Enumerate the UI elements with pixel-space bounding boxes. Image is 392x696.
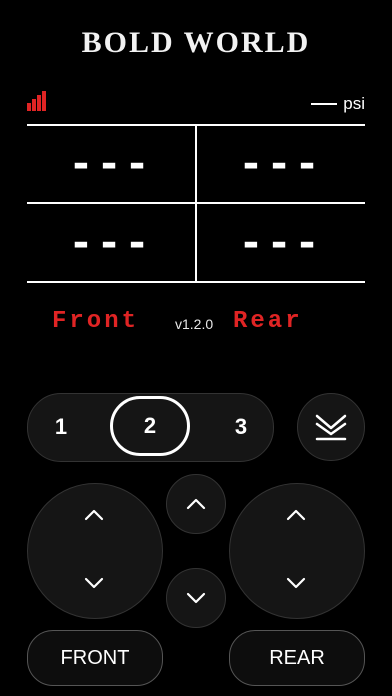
unit-label: psi bbox=[343, 94, 365, 113]
center-up-button[interactable] bbox=[166, 474, 226, 534]
chevron-up-icon bbox=[286, 509, 306, 521]
front-down-button[interactable] bbox=[79, 568, 109, 598]
chevron-up-icon bbox=[84, 509, 104, 521]
rear-label: Rear bbox=[233, 308, 303, 335]
front-button[interactable]: FRONT bbox=[27, 630, 163, 686]
lower-all-icon bbox=[315, 414, 347, 441]
front-up-button[interactable] bbox=[79, 500, 109, 530]
preset-button-3[interactable]: 3 bbox=[211, 397, 271, 457]
pressure-front-left: --- bbox=[68, 141, 154, 187]
brand-title: BOLD WORLD bbox=[81, 26, 311, 59]
preset-button-2[interactable]: 2 bbox=[110, 396, 190, 456]
center-down-button[interactable] bbox=[166, 568, 226, 628]
rear-down-button[interactable] bbox=[281, 568, 311, 598]
version-label: v1.2.0 bbox=[175, 316, 214, 332]
lower-all-button[interactable] bbox=[297, 393, 365, 461]
preset-button-1[interactable]: 1 bbox=[31, 397, 91, 457]
rear-button[interactable]: REAR bbox=[229, 630, 365, 686]
chevron-up-icon bbox=[186, 498, 206, 510]
chevron-down-icon bbox=[186, 592, 206, 604]
pressure-rear-right: --- bbox=[238, 220, 324, 266]
unit-line bbox=[311, 103, 338, 105]
chevron-down-icon bbox=[84, 577, 104, 589]
rear-up-button[interactable] bbox=[281, 500, 311, 530]
chevron-down-icon bbox=[286, 577, 306, 589]
signal-bars-icon bbox=[27, 91, 47, 111]
front-label: Front bbox=[52, 308, 140, 335]
pressure-front-right: --- bbox=[238, 141, 324, 187]
unit-indicator: psi bbox=[311, 94, 365, 114]
pressure-rear-left: --- bbox=[68, 220, 154, 266]
